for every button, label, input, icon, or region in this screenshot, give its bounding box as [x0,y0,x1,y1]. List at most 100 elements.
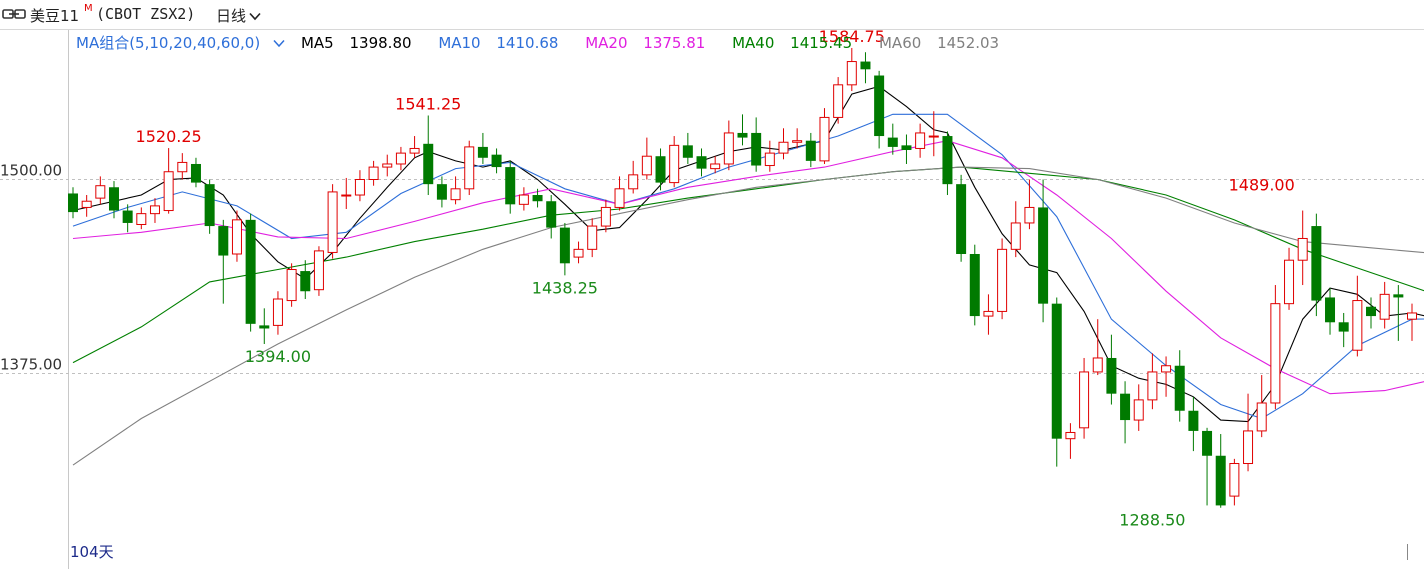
candle-body [1188,410,1199,431]
candle-body [792,140,803,143]
candle [368,160,379,186]
candle-body [68,193,78,213]
candle-body [218,226,229,256]
candle [1352,275,1363,357]
candle-body [546,201,557,228]
candle [1215,434,1226,508]
candle-body [190,163,201,183]
candle-body [505,167,516,205]
y-tick-label: 1375.00 [0,356,62,374]
candle-body [860,61,871,70]
candle-body [286,269,297,302]
candle [136,207,147,230]
candle-body [874,75,885,137]
link-icon[interactable] [2,8,26,20]
y-tick-label: 1500.00 [0,162,62,180]
candle-body [1243,430,1254,465]
legend-ma5: MA5 1398.80 [301,34,423,52]
candle [682,132,693,164]
candle-body [587,225,598,250]
candle [696,148,707,177]
candle-body [778,141,789,154]
candle-body [395,152,406,165]
candle [819,108,830,164]
ma-line-ma5 [72,85,1424,423]
price-annotation: 1520.25 [136,127,202,146]
candle-body [272,298,283,326]
candle-body [710,163,721,170]
candle [915,123,926,158]
chevron-down-icon [273,39,285,48]
instrument-code: (CBOT ZSX2) [96,5,196,23]
candle-body [245,219,256,324]
candle [874,70,885,149]
price-annotation: 1288.50 [1119,511,1185,530]
candle-body [956,184,967,254]
candle [532,188,543,208]
candle [1325,288,1336,335]
candle-body [1284,259,1295,305]
candle-body [969,253,980,317]
candle-body [1352,300,1363,351]
candle-body [382,163,393,168]
title-bar: 美豆11 M (CBOT ZSX2) 日线 [0,0,1424,30]
candle [573,241,584,264]
candle [546,195,557,239]
moving-averages [72,85,1424,466]
candle [81,195,92,217]
candle [600,199,611,233]
candle [901,134,912,164]
candle [1297,210,1308,286]
candle [286,263,297,307]
candle-body [915,132,926,149]
candle [1284,247,1295,310]
candle-body [846,61,857,86]
candle [341,177,352,209]
candle [491,148,502,174]
price-chart[interactable]: 1500.00 1375.00 1520.25 1394.00 1541.25 1438… [0,30,1424,569]
candle [1202,427,1213,506]
candle-body [477,146,488,158]
candle-body [1174,365,1185,411]
candle [1174,350,1185,422]
price-annotation: 1489.00 [1229,176,1295,195]
candle-body [901,145,912,151]
legend-ma10-label: MA10 [438,34,481,52]
candle [983,294,994,335]
candle-body [928,135,939,138]
legend-ma60-value: 1452.03 [937,34,1000,52]
candle [245,213,256,332]
candle-body [1379,293,1390,320]
candle [723,120,734,171]
candle-body [1325,297,1336,323]
candle [190,157,201,188]
ma-combo-selector[interactable]: MA组合(5,10,20,40,60,0) [76,34,285,52]
legend-ma5-label: MA5 [300,34,334,52]
instrument-name: 美豆11 [30,7,80,25]
candle-body [95,185,106,199]
candle [382,154,393,177]
candle-body [204,184,215,227]
period-dropdown[interactable]: 日线 [216,5,261,26]
candle-body [559,227,570,264]
candle [1147,353,1158,410]
candle-body [1407,312,1417,320]
candle [969,244,980,326]
candle-body [1393,294,1404,298]
legend-ma10: MA10 1410.68 [438,34,569,52]
candle [423,115,434,196]
legend-ma20: MA20 1375.81 [585,34,716,52]
candle-body [436,184,447,200]
main-contract-badge: M [84,3,93,14]
candle-body [1338,322,1349,332]
price-annotation: 1438.25 [532,278,598,297]
candle-body [354,179,365,196]
chevron-down-icon [249,12,261,21]
candle-body [1051,303,1062,439]
candle-body [819,116,830,162]
candle-body [764,152,775,167]
candle-body [231,219,242,255]
candle [1038,179,1049,323]
candle-body [409,147,420,154]
candle [1243,393,1254,472]
